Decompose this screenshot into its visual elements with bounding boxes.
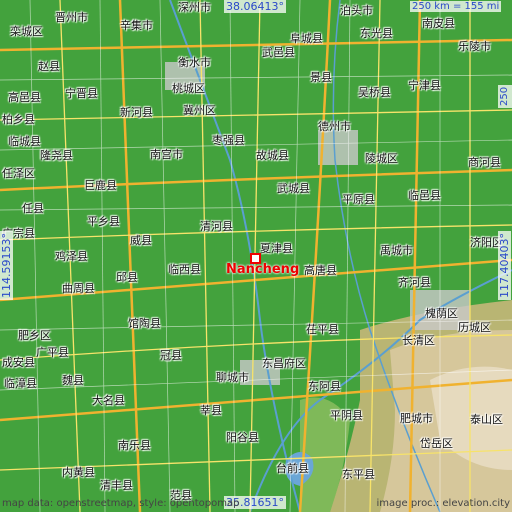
right-longitude: 117.40403° (498, 231, 511, 300)
map-place-label: 宁津县 (408, 79, 441, 92)
map-place-label: 高邑县 (8, 91, 41, 104)
attribution-left: map data: openstreetmap, style: opentopo… (2, 498, 240, 509)
map-place-label: 赵县 (38, 60, 60, 73)
map-place-label: 桃城区 (172, 82, 205, 95)
left-longitude: 114.59153° (0, 231, 13, 300)
map-place-label: 泊头市 (340, 4, 373, 17)
map-place-label: 鸡泽县 (55, 250, 88, 263)
map-place-label: 宁晋县 (65, 87, 98, 100)
map-place-label: 齐河县 (398, 276, 431, 289)
map-place-label: 内黄县 (62, 466, 95, 479)
map-place-label: 禹城市 (380, 244, 413, 257)
map-place-label: 任县 (22, 202, 44, 215)
map-place-label: 成安县 (2, 356, 35, 369)
map-place-label: 晋州市 (55, 11, 88, 24)
map-place-label: 长清区 (402, 334, 435, 347)
map-place-label: 栾城区 (10, 25, 43, 38)
map-place-label: 夏津县 (260, 242, 293, 255)
map-place-label: 辛集市 (120, 19, 153, 32)
map-place-label: 景县 (310, 71, 332, 84)
map-place-label: 枣强县 (212, 134, 245, 147)
map-place-label: 威县 (130, 234, 152, 247)
map-place-label: 新河县 (120, 106, 153, 119)
map-place-label: 武城县 (277, 182, 310, 195)
map-place-label: 大名县 (92, 394, 125, 407)
top-latitude: 38.06413° (224, 0, 286, 13)
map-place-label: 商河县 (468, 156, 501, 169)
map-place-label: 平阴县 (330, 409, 363, 422)
map-place-label: 衡水市 (178, 56, 211, 69)
map-place-label: 任泽区 (2, 167, 35, 180)
map-place-label: 临西县 (168, 263, 201, 276)
map-place-label: 平原县 (342, 193, 375, 206)
map-place-label: 高唐县 (304, 264, 337, 277)
map-place-label: 阜城县 (290, 32, 323, 45)
map-place-label: 魏县 (62, 374, 84, 387)
map-place-label: 柏乡县 (2, 113, 35, 126)
place-name[interactable]: Nancheng (226, 262, 299, 277)
attribution-right: image proc.: elevation.city (376, 498, 511, 509)
map-place-label: 清丰县 (100, 479, 133, 492)
map-place-label: 茌平县 (306, 323, 339, 336)
map-place-label: 南宫市 (150, 148, 183, 161)
map-place-label: 广平县 (36, 346, 69, 359)
map-place-label: 东平县 (342, 468, 375, 481)
map-place-label: 东光县 (360, 27, 393, 40)
map-place-label: 武邑县 (262, 46, 295, 59)
map-place-label: 肥乡区 (18, 329, 51, 342)
map-place-label: 陵城区 (365, 152, 398, 165)
map-place-label: 曲周县 (62, 282, 95, 295)
map-place-label: 故城县 (256, 149, 289, 162)
map-place-label: 清河县 (200, 220, 233, 233)
scale-vertical: 250 km = 155 mi (498, 84, 512, 108)
map-place-label: 德州市 (318, 120, 351, 133)
map-place-label: 邱县 (116, 271, 138, 284)
map-place-label: 槐荫区 (425, 307, 458, 320)
map-place-label: 南乐县 (118, 439, 151, 452)
map-place-label: 肥城市 (400, 412, 433, 425)
map-place-label: 东昌府区 (262, 357, 306, 370)
map-place-label: 莘县 (200, 404, 222, 417)
map-place-label: 临邑县 (408, 189, 441, 202)
map-place-label: 冠县 (160, 349, 182, 362)
map-place-label: 历城区 (458, 321, 491, 334)
map-place-label: 聊城市 (216, 371, 249, 384)
scale-horizontal: 250 km = 155 mi (410, 1, 502, 12)
map-place-label: 阳谷县 (226, 431, 259, 444)
map-place-label: 吴桥县 (358, 86, 391, 99)
map-place-label: 泰山区 (470, 413, 503, 426)
map-place-label: 冀州区 (183, 104, 216, 117)
map-place-label: 隆尧县 (40, 149, 73, 162)
map-place-label: 东阿县 (308, 380, 341, 393)
map-place-label: 巨鹿县 (84, 179, 117, 192)
map-place-label: 馆陶县 (128, 317, 161, 330)
map-place-label: 岱岳区 (420, 437, 453, 450)
map-place-label: 临城县 (8, 135, 41, 148)
map-place-label: 台前县 (276, 462, 309, 475)
map-place-label: 南皮县 (422, 17, 455, 30)
map-place-label: 乐陵市 (458, 40, 491, 53)
map-place-label: 深州市 (178, 1, 211, 14)
map-place-label: 平乡县 (87, 215, 120, 228)
map-place-label: 临漳县 (4, 377, 37, 390)
